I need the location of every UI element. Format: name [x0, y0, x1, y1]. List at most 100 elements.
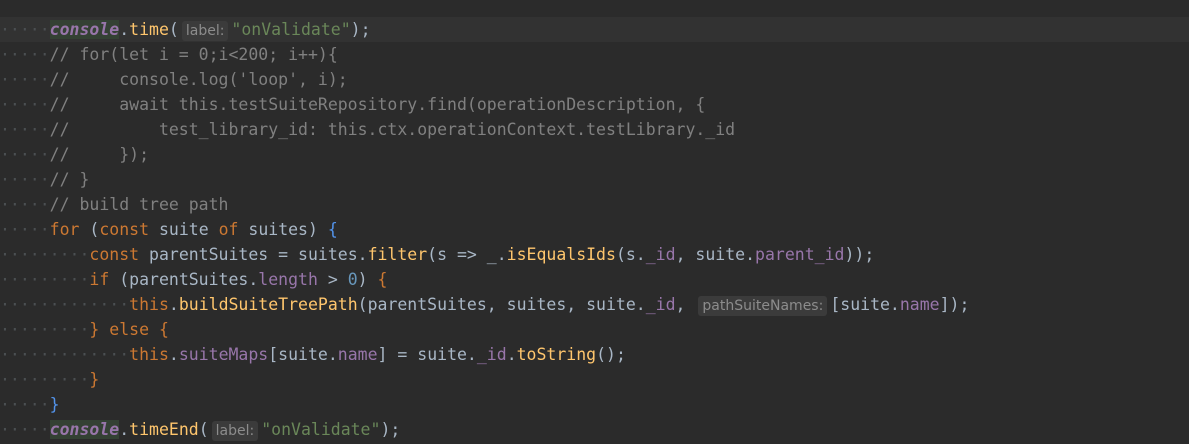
code-line[interactable]: ·····console.timeEnd(label: "onValidate")…: [0, 417, 1189, 442]
code-token: ));: [844, 245, 875, 264]
code-token: length: [258, 270, 318, 289]
code-token: suites): [238, 220, 328, 239]
indent-whitespace-markers: ·········: [0, 370, 90, 389]
code-token: 0: [347, 270, 358, 289]
parameter-name-hint: label:: [211, 421, 259, 441]
code-token: "onValidate": [261, 420, 381, 439]
code-token: .: [506, 345, 517, 364]
code-token: ();: [596, 345, 626, 364]
code-token: if: [89, 270, 110, 289]
code-token: ] = suite.: [377, 345, 477, 364]
code-token: "onValidate": [231, 20, 351, 39]
code-token: (: [168, 20, 179, 39]
code-token: (s => _.: [427, 245, 507, 264]
code-token: // build tree path: [49, 195, 229, 214]
code-line[interactable]: ·············this.buildSuiteTreePath(par…: [0, 292, 1189, 317]
code-line[interactable]: ·····// }: [0, 167, 1189, 192]
code-token: for: [49, 220, 80, 239]
code-token: buildSuiteTreePath: [178, 295, 358, 314]
code-token: // });: [49, 145, 150, 164]
code-token: (: [79, 220, 100, 239]
code-token: this: [129, 295, 169, 314]
code-token: time: [129, 20, 169, 39]
code-line[interactable]: ·············this.suiteMaps[suite.name] …: [0, 342, 1189, 367]
code-token: _id: [476, 345, 507, 364]
code-token: parent_id: [755, 245, 845, 264]
code-token: of: [218, 220, 239, 239]
code-token: isEqualsIds: [506, 245, 616, 264]
parameter-name-hint: label:: [181, 21, 229, 41]
code-token: name: [337, 345, 378, 364]
code-token: (parentSuites, suites, suite.: [357, 295, 646, 314]
code-line[interactable]: ·········} else {: [0, 317, 1189, 342]
code-token: suiteMaps: [178, 345, 269, 364]
code-token: const: [89, 245, 140, 264]
code-token: .: [119, 20, 130, 39]
code-token: .: [119, 420, 130, 439]
code-line[interactable]: ·········const parentSuites = suites.fil…: [0, 242, 1189, 267]
indent-whitespace-markers: ·············: [0, 295, 130, 314]
code-line[interactable]: ·····console.time(label: "onValidate");: [0, 17, 1189, 42]
indent-whitespace-markers: ·····: [0, 120, 50, 139]
indent-whitespace-markers: ·····: [0, 45, 50, 64]
code-line[interactable]: ·····// await this.testSuiteRepository.f…: [0, 92, 1189, 117]
code-token: _id: [645, 295, 676, 314]
code-token: {: [377, 270, 388, 289]
code-token: .: [168, 345, 179, 364]
indent-whitespace-markers: ·········: [0, 245, 90, 264]
code-line[interactable]: ·····// });: [0, 142, 1189, 167]
code-token: (: [198, 420, 209, 439]
code-line[interactable]: ·····}: [0, 392, 1189, 417]
code-token: ): [357, 270, 378, 289]
code-token: // for(let i = 0;i<200; i++){: [49, 45, 338, 64]
code-line[interactable]: ·····// build tree path: [0, 192, 1189, 217]
code-line[interactable]: ·····// test_library_id: this.ctx.operat…: [0, 117, 1189, 142]
code-token: else: [109, 320, 150, 339]
code-token: ,: [675, 295, 696, 314]
code-token: {: [158, 320, 169, 339]
indent-whitespace-markers: ·········: [0, 270, 90, 289]
code-token: {: [327, 220, 338, 239]
code-token: name: [899, 295, 940, 314]
indent-whitespace-markers: ·········: [0, 320, 90, 339]
indent-whitespace-markers: ·····: [0, 220, 50, 239]
code-token: [suite.: [830, 295, 900, 314]
indent-whitespace-markers: ·············: [0, 345, 130, 364]
code-token: parentSuites = suites.: [139, 245, 368, 264]
code-token: >: [317, 270, 348, 289]
indent-whitespace-markers: ·····: [0, 20, 50, 39]
code-token: // console.log('loop', i);: [49, 70, 348, 89]
code-token: );: [350, 20, 371, 39]
code-token: ]);: [939, 295, 970, 314]
code-token: }: [89, 320, 100, 339]
code-token: console: [49, 420, 120, 439]
code-line[interactable]: ·····// console.log('loop', i);: [0, 67, 1189, 92]
indent-whitespace-markers: ·····: [0, 170, 50, 189]
code-token: (s.: [615, 245, 646, 264]
code-token: _id: [645, 245, 676, 264]
code-token: .: [168, 295, 179, 314]
code-token: , suite.: [675, 245, 756, 264]
indent-whitespace-markers: ·····: [0, 195, 50, 214]
code-editor[interactable]: ·····console.time(label: "onValidate"); ··…: [0, 0, 1189, 444]
code-token: this: [129, 345, 169, 364]
code-token: // test_library_id: this.ctx.operationCo…: [49, 120, 736, 139]
code-token: }: [89, 370, 100, 389]
indent-whitespace-markers: ·····: [0, 145, 50, 164]
code-token: // await this.testSuiteRepository.find(o…: [49, 95, 706, 114]
code-line[interactable]: ·····// for(let i = 0;i<200; i++){: [0, 42, 1189, 67]
code-line[interactable]: ·····for (const suite of suites) {: [0, 217, 1189, 242]
indent-whitespace-markers: ·····: [0, 420, 50, 439]
code-token: filter: [367, 245, 428, 264]
code-line[interactable]: ·········if (parentSuites.length > 0) {: [0, 267, 1189, 292]
indent-whitespace-markers: ·····: [0, 95, 50, 114]
code-token: timeEnd: [129, 420, 199, 439]
indent-whitespace-markers: ·····: [0, 70, 50, 89]
code-token: (parentSuites.: [109, 270, 259, 289]
code-token: [suite.: [268, 345, 338, 364]
parameter-name-hint: pathSuiteNames:: [698, 296, 828, 316]
code-line[interactable]: [0, 0, 1189, 17]
code-line[interactable]: ·········}: [0, 367, 1189, 392]
